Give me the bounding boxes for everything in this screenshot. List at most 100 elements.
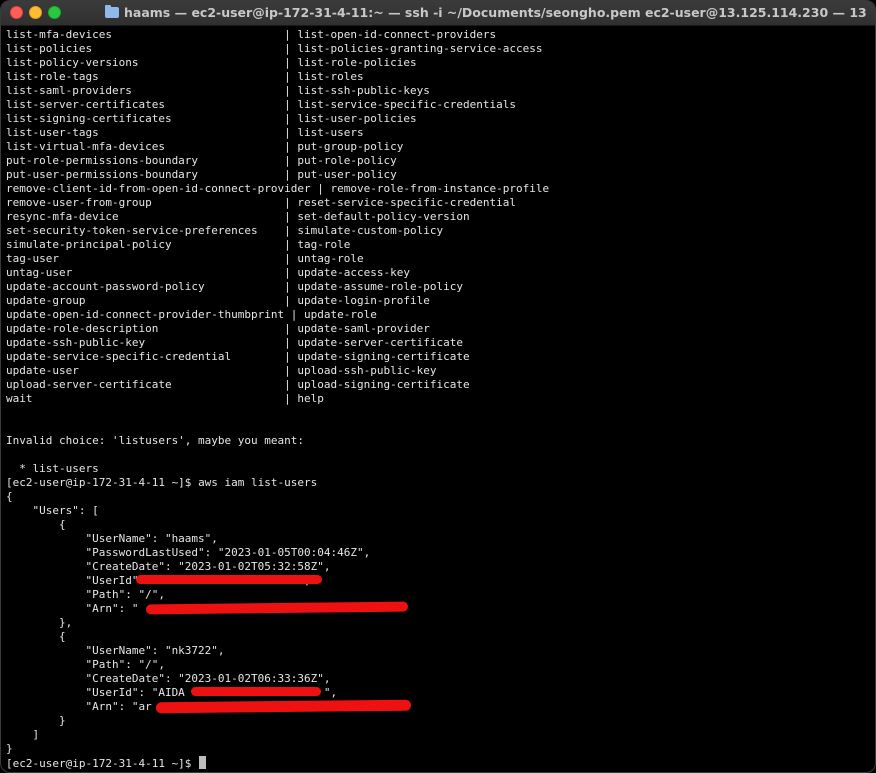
title-bar[interactable]: haams — ec2-user@ip-172-31-4-11:~ — ssh … <box>1 1 875 26</box>
output-line: "Path": "/", <box>6 588 165 601</box>
column-separator: | <box>284 308 305 321</box>
column-separator: | <box>92 42 298 55</box>
command-row: put-user-permissions-boundary | put-user… <box>6 168 871 182</box>
output-line: { <box>6 518 66 531</box>
command-row: list-server-certificates | list-service-… <box>6 98 871 112</box>
command-left: list-policy-versions <box>6 56 139 69</box>
command-row: list-mfa-devices | list-open-id-connect-… <box>6 28 871 42</box>
command-row: list-user-tags | list-users <box>6 126 871 140</box>
output-line: }, <box>6 616 73 629</box>
command-right: update-role <box>304 308 377 321</box>
column-separator: | <box>231 350 298 363</box>
column-separator: | <box>204 280 298 293</box>
command-right: upload-signing-certificate <box>297 378 470 391</box>
command-left: update-account-password-policy <box>6 280 205 293</box>
command-row: upload-server-certificate | upload-signi… <box>6 378 871 392</box>
command-right: update-login-profile <box>297 294 430 307</box>
command-right: tag-role <box>297 238 351 251</box>
command-row: update-open-id-connect-provider-thumbpri… <box>6 308 871 322</box>
command-left: list-mfa-devices <box>6 28 112 41</box>
column-separator: | <box>98 70 298 83</box>
column-separator: | <box>78 364 298 377</box>
output-line: { <box>6 630 66 643</box>
command-right: update-saml-provider <box>297 322 430 335</box>
command-text: aws iam list-users <box>198 476 318 489</box>
column-separator: | <box>58 252 298 265</box>
command-row: tag-user | untag-role <box>6 252 871 266</box>
column-separator: | <box>171 238 298 251</box>
command-left: update-ssh-public-key <box>6 336 146 349</box>
command-row: list-policy-versions | list-role-policie… <box>6 56 871 70</box>
command-row: resync-mfa-device | set-default-policy-v… <box>6 210 871 224</box>
output-line: ] <box>6 728 40 741</box>
terminal-content[interactable]: list-mfa-devices | list-open-id-connect-… <box>6 28 871 772</box>
command-right: simulate-custom-policy <box>297 224 444 237</box>
command-left: put-role-permissions-boundary <box>6 154 199 167</box>
column-separator: | <box>118 210 298 223</box>
column-separator: | <box>310 182 331 195</box>
final-prompt-line[interactable]: [ec2-user@ip-172-31-4-11 ~]$ <box>6 756 871 770</box>
output-line: "Users": [ <box>6 504 99 517</box>
command-row: list-policies | list-policies-granting-s… <box>6 42 871 56</box>
command-right: put-role-policy <box>297 154 397 167</box>
command-row: set-security-token-service-preferences |… <box>6 224 871 238</box>
command-right: update-access-key <box>297 266 410 279</box>
column-separator: | <box>158 322 298 335</box>
suggestion-line: * list-users <box>6 462 99 475</box>
command-left: wait <box>6 392 33 405</box>
command-left: update-group <box>6 294 86 307</box>
column-separator: | <box>198 168 298 181</box>
output-line: } <box>6 742 13 755</box>
command-right: list-service-specific-credentials <box>297 98 516 111</box>
command-row: list-signing-certificates | list-user-po… <box>6 112 871 126</box>
error-message: Invalid choice: 'listusers', maybe you m… <box>6 434 305 447</box>
command-right: upload-ssh-public-key <box>297 364 437 377</box>
command-left: update-service-specific-credential <box>6 350 232 363</box>
command-left: resync-mfa-device <box>6 210 119 223</box>
maximize-button[interactable] <box>48 6 61 19</box>
command-row: wait | help <box>6 392 871 406</box>
column-separator: | <box>151 196 298 209</box>
command-left: tag-user <box>6 252 59 265</box>
command-row: untag-user | update-access-key <box>6 266 871 280</box>
output-line: { <box>6 490 13 503</box>
command-right: help <box>297 392 324 405</box>
command-right: untag-role <box>297 252 364 265</box>
command-right: reset-service-specific-credential <box>297 196 516 209</box>
command-left: update-user <box>6 364 79 377</box>
command-left: list-saml-providers <box>6 84 132 97</box>
shell-prompt: [ec2-user@ip-172-31-4-11 ~]$ <box>6 476 199 489</box>
command-line: [ec2-user@ip-172-31-4-11 ~]$ aws iam lis… <box>6 476 871 490</box>
command-row: remove-user-from-group | reset-service-s… <box>6 196 871 210</box>
command-output: { "Users": [ { "UserName": "haams", "Pas… <box>6 490 871 756</box>
output-line: "Arn": " " <box>85 602 370 615</box>
command-left: list-policies <box>6 42 93 55</box>
command-left: simulate-principal-policy <box>6 238 172 251</box>
command-row: update-user | upload-ssh-public-key <box>6 364 871 378</box>
command-left: upload-server-certificate <box>6 378 172 391</box>
command-right: update-signing-certificate <box>297 350 470 363</box>
command-right: put-user-policy <box>297 168 397 181</box>
column-separator: | <box>85 294 298 307</box>
column-separator: | <box>198 154 298 167</box>
command-row: update-ssh-public-key | update-server-ce… <box>6 336 871 350</box>
command-row: update-account-password-policy | update-… <box>6 280 871 294</box>
close-button[interactable] <box>10 6 23 19</box>
command-right: update-server-certificate <box>297 336 463 349</box>
column-separator: | <box>32 392 298 405</box>
column-separator: | <box>171 112 298 125</box>
column-separator: | <box>111 28 298 41</box>
command-row: list-saml-providers | list-ssh-public-ke… <box>6 84 871 98</box>
column-separator: | <box>257 224 298 237</box>
output-line: "Path": "/", <box>6 658 165 671</box>
output-line: "CreateDate": "2023-01-02T06:33:36Z", <box>6 672 331 685</box>
column-separator: | <box>171 378 298 391</box>
command-left: list-virtual-mfa-devices <box>6 140 165 153</box>
column-separator: | <box>164 98 298 111</box>
command-right: remove-role-from-instance-profile <box>330 182 550 195</box>
output-line: "UserId": "AIDA ", <box>6 686 338 699</box>
text-cursor <box>199 756 207 769</box>
minimize-button[interactable] <box>29 6 42 19</box>
column-separator: | <box>98 126 298 139</box>
